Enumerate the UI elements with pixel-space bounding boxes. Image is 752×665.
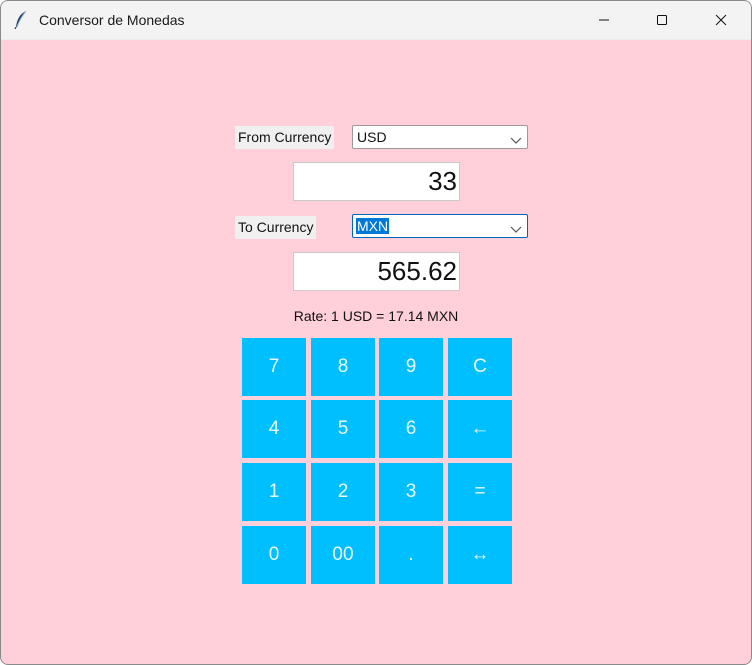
title-bar[interactable]: Conversor de Monedas: [1, 1, 751, 40]
decimal-point-button[interactable]: .: [379, 526, 443, 584]
key-1[interactable]: 1: [242, 463, 306, 521]
key-5[interactable]: 5: [311, 400, 375, 458]
key-9[interactable]: 9: [379, 338, 443, 396]
window-title: Conversor de Monedas: [39, 12, 185, 28]
minimize-button[interactable]: [581, 1, 627, 39]
chevron-down-icon[interactable]: [510, 221, 522, 233]
app-window: Conversor de Monedas From Currency USD 3…: [0, 0, 752, 665]
close-button[interactable]: [698, 1, 744, 39]
key-0[interactable]: 0: [242, 526, 306, 584]
clear-button[interactable]: C: [448, 338, 512, 396]
key-00[interactable]: 00: [311, 526, 375, 584]
amount-input[interactable]: 33: [293, 162, 460, 201]
key-6[interactable]: 6: [379, 400, 443, 458]
close-icon: [715, 14, 727, 26]
to-currency-value: MXN: [356, 218, 390, 234]
feather-icon: [13, 10, 29, 30]
backspace-button[interactable]: ←: [448, 400, 512, 458]
key-8[interactable]: 8: [311, 338, 375, 396]
key-4[interactable]: 4: [242, 400, 306, 458]
chevron-down-icon[interactable]: [510, 132, 522, 144]
key-3[interactable]: 3: [379, 463, 443, 521]
from-currency-select[interactable]: USD: [352, 125, 528, 149]
to-currency-label: To Currency: [235, 216, 317, 239]
keypad: 7 8 9 C 4 5 6 ← 1 2 3 = 0 00 . ↔: [241, 338, 513, 584]
maximize-button[interactable]: [639, 1, 685, 39]
result-output: 565.62: [293, 252, 460, 291]
key-2[interactable]: 2: [311, 463, 375, 521]
converter-panel: From Currency USD 33 To Currency MXN 565…: [1, 40, 751, 664]
from-currency-label: From Currency: [235, 126, 335, 149]
key-7[interactable]: 7: [242, 338, 306, 396]
exchange-rate-text: Rate: 1 USD = 17.14 MXN: [293, 308, 459, 324]
maximize-icon: [656, 14, 668, 26]
equals-button[interactable]: =: [448, 463, 512, 521]
from-currency-value: USD: [357, 129, 387, 145]
swap-currencies-button[interactable]: ↔: [448, 526, 512, 584]
to-currency-select[interactable]: MXN: [352, 214, 528, 238]
minimize-icon: [598, 14, 610, 26]
